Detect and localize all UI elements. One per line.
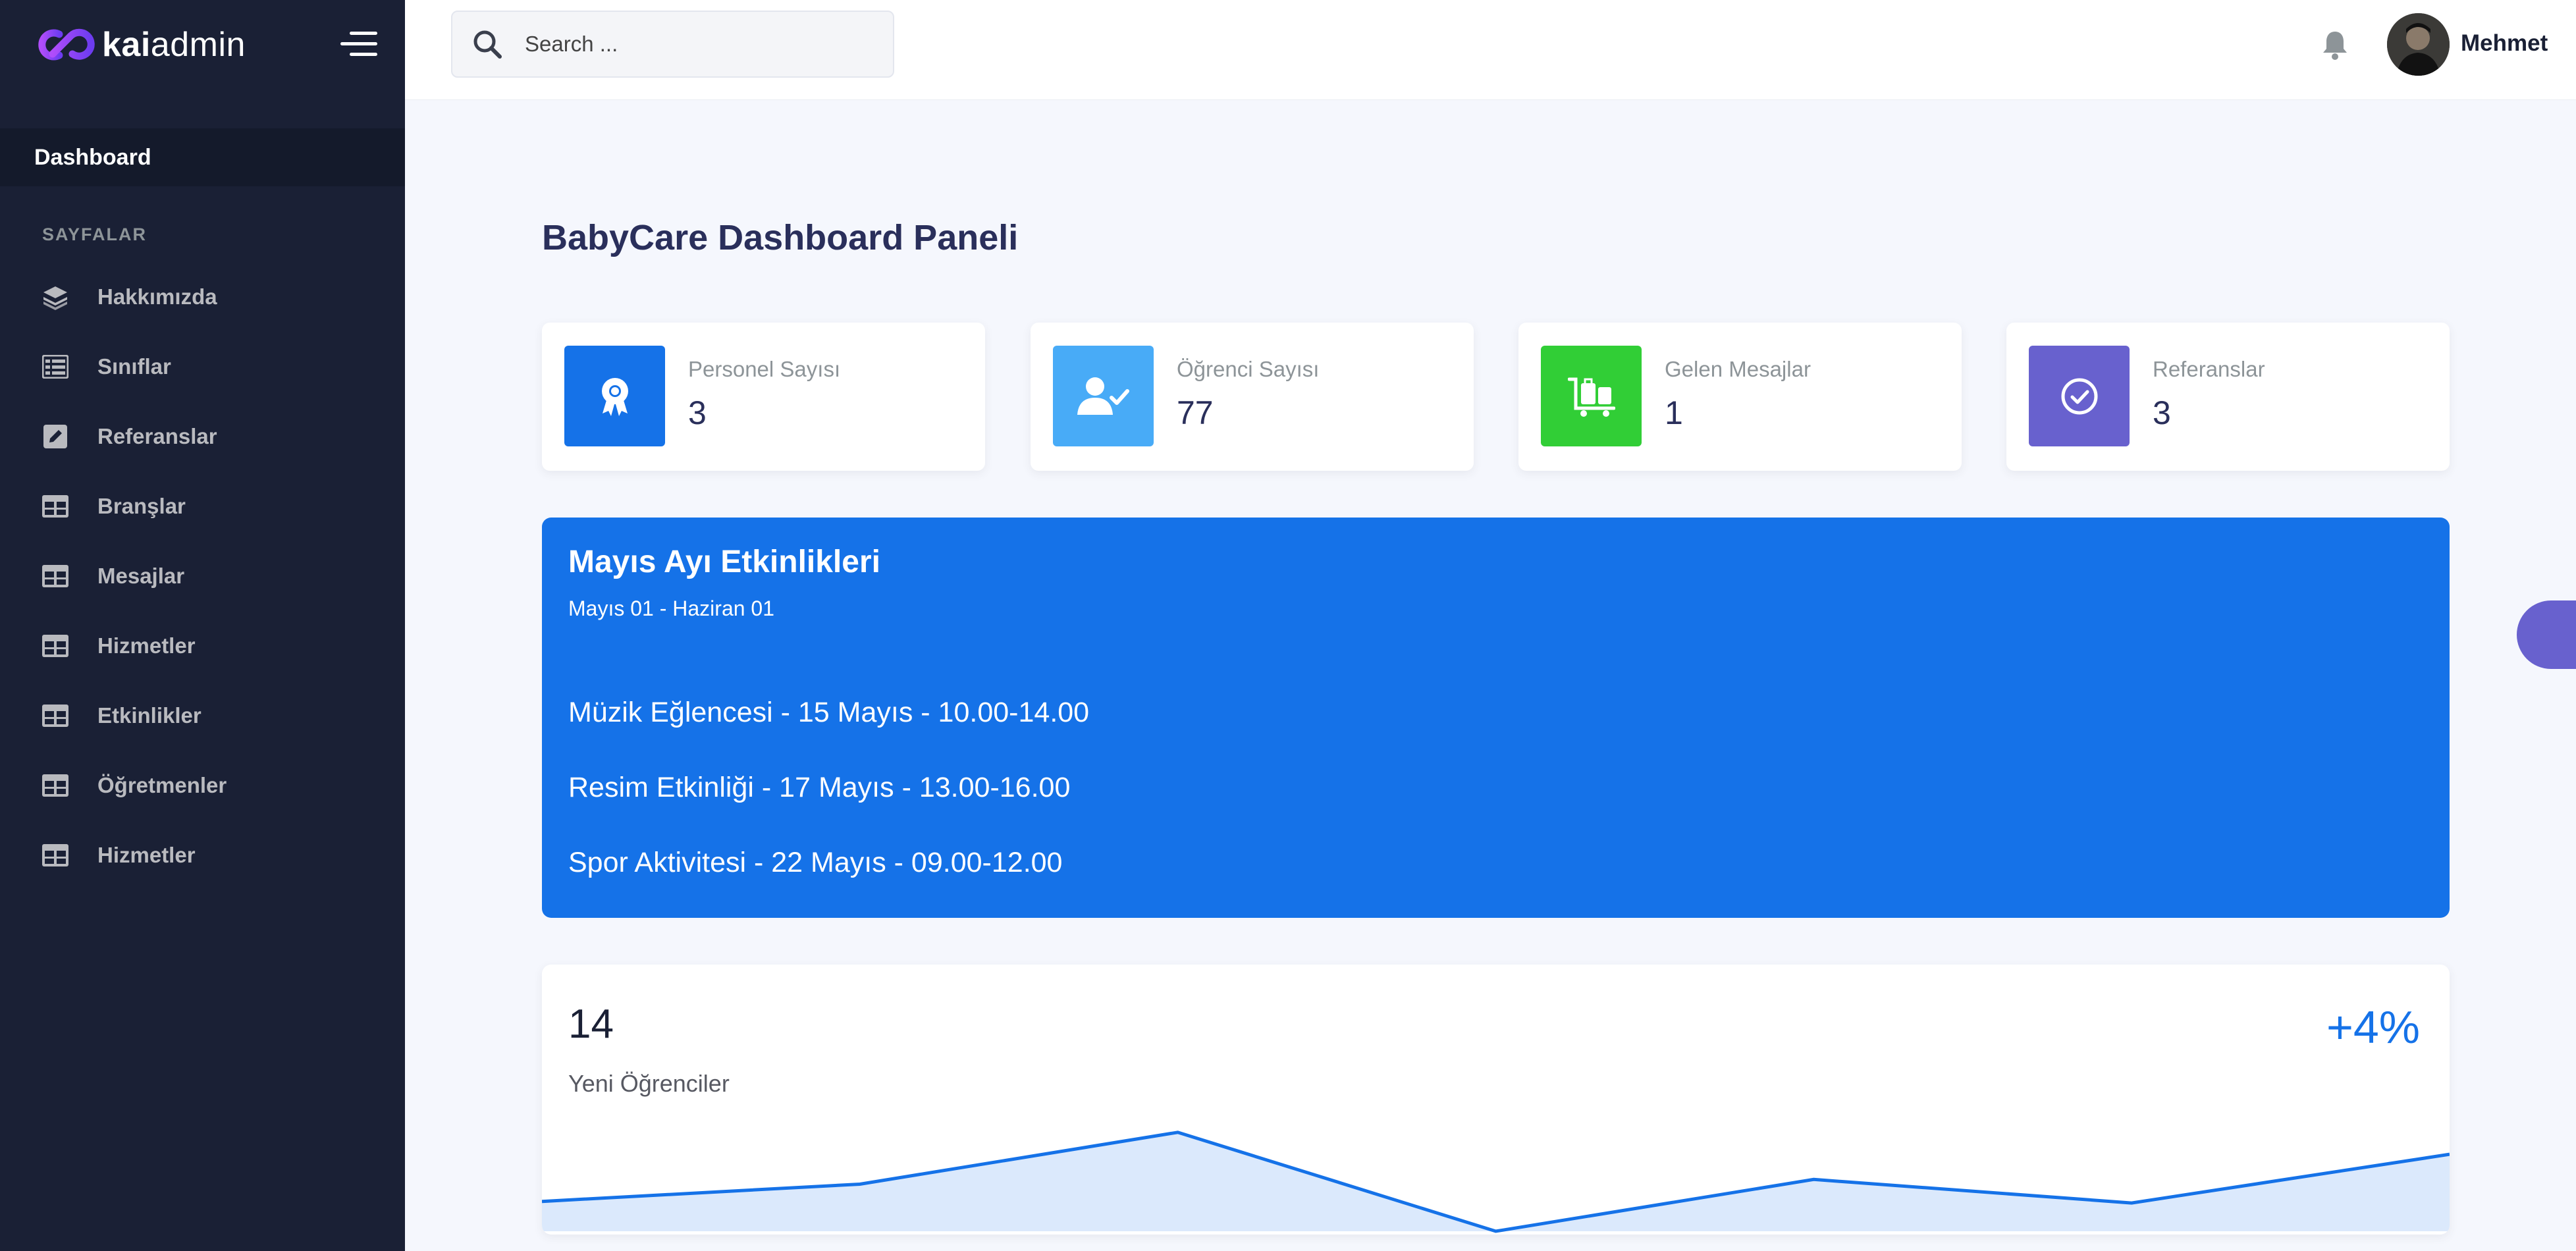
card-label: Gelen Mesajlar [1665,357,1811,381]
table-icon [42,842,68,868]
search-icon[interactable] [472,29,502,59]
sidebar-item-label: Öğretmenler [97,773,227,797]
sidebar-item-label: Dashboard [34,144,151,170]
card-label: Öğrenci Sayısı [1177,357,1320,381]
sidebar-item-label: Sınıflar [97,354,171,379]
stat-card-mesajlar: Gelen Mesajlar 1 [1518,323,1962,471]
search-input[interactable] [525,32,854,57]
check-circle-icon [2029,346,2130,446]
sidebar-item-label: Branşlar [97,494,186,518]
sidebar-item-mesajlar[interactable]: Mesajlar [0,541,405,611]
events-title: Mayıs Ayı Etkinlikleri [568,545,880,579]
table-icon [42,493,68,519]
sidebar-item-ogretmenler[interactable]: Öğretmenler [0,751,405,820]
sidebar-item-label: Hizmetler [97,843,196,867]
bell-icon[interactable] [2321,29,2349,61]
sidebar-item-siniflar[interactable]: Sınıflar [0,332,405,402]
events-date-range: Mayıs 01 - Haziran 01 [568,597,775,620]
layers-icon [42,284,68,310]
event-item: Spor Aktivitesi - 22 Mayıs - 09.00-12.00 [568,847,1063,878]
sidebar-item-etkinlikler[interactable]: Etkinlikler [0,681,405,751]
table-icon [42,563,68,589]
card-value: 77 [1177,394,1214,431]
top-navbar: Mehmet [405,0,2576,100]
table-icon [42,633,68,659]
search-box[interactable] [451,11,894,78]
settings-toggle-tab[interactable] [2517,600,2576,669]
card-value: 3 [2153,394,2171,431]
sidebar-item-label: Referanslar [97,424,217,448]
page-title: BabyCare Dashboard Paneli [542,218,1019,257]
sidebar: kaiadmin Dashboard SAYFALAR Hakkımızda S… [0,0,405,1251]
chart-area-fill [542,1132,2450,1231]
menu-toggle-icon[interactable] [340,32,377,58]
events-card: Mayıs Ayı Etkinlikleri Mayıs 01 - Hazira… [542,518,2450,918]
logo-icon [38,28,95,60]
sidebar-section-label: SAYFALAR [42,225,148,244]
username[interactable]: Mehmet [2461,30,2548,57]
brand-name[interactable]: kaiadmin [102,25,246,65]
sidebar-item-hizmetler[interactable]: Hizmetler [0,611,405,681]
sidebar-item-label: Hakkımızda [97,284,217,309]
luggage-cart-icon [1541,346,1642,446]
logo-bar: kaiadmin [0,0,405,89]
card-value: 3 [688,394,707,431]
event-item: Resim Etkinliği - 17 Mayıs - 13.00-16.00 [568,772,1071,803]
new-students-card: 14 Yeni Öğrenciler +4% [542,965,2450,1235]
user-check-icon [1053,346,1154,446]
sidebar-item-dashboard[interactable]: Dashboard [0,128,405,186]
sidebar-item-hakkimizda[interactable]: Hakkımızda [0,262,405,332]
stat-card-referanslar: Referanslar 3 [2006,323,2450,471]
pen-square-icon [42,423,68,450]
event-item: Müzik Eğlencesi - 15 Mayıs - 10.00-14.00 [568,697,1090,728]
sidebar-item-label: Hizmetler [97,633,196,658]
stat-card-personel: Personel Sayısı 3 [542,323,985,471]
card-label: Referanslar [2153,357,2265,381]
sidebar-item-referanslar[interactable]: Referanslar [0,402,405,471]
table-icon [42,772,68,799]
sidebar-item-label: Mesajlar [97,564,185,588]
table-icon [42,703,68,729]
card-value: 1 [1665,394,1683,431]
avatar[interactable] [2387,13,2450,76]
award-icon [564,346,665,446]
card-label: Personel Sayısı [688,357,841,381]
stat-card-ogrenci: Öğrenci Sayısı 77 [1031,323,1474,471]
area-chart [542,1131,2450,1233]
table-list-icon [42,354,68,380]
sidebar-item-label: Etkinlikler [97,703,201,728]
sidebar-item-hizmetler-2[interactable]: Hizmetler [0,820,405,890]
sidebar-item-branslar[interactable]: Branşlar [0,471,405,541]
